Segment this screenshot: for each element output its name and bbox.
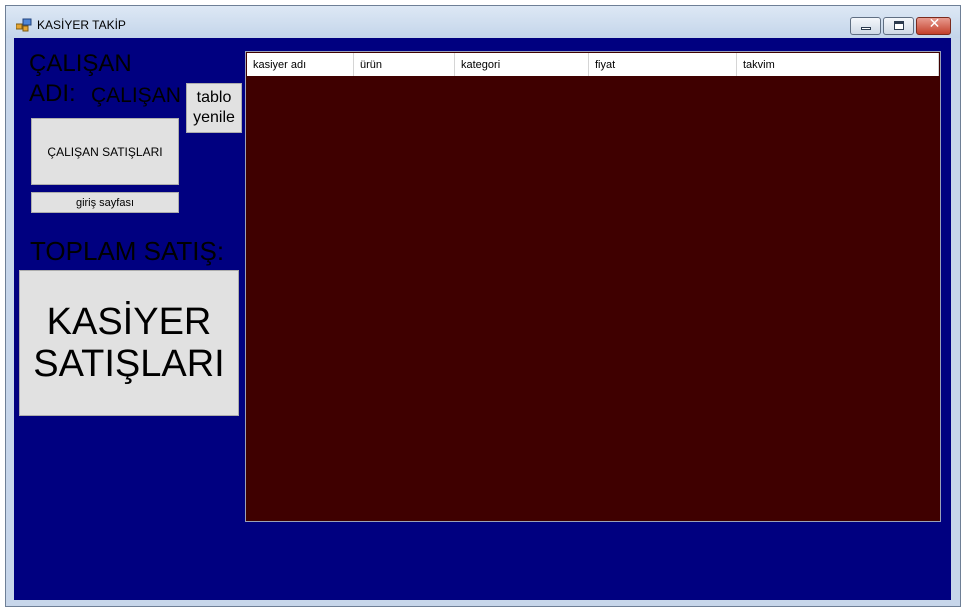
column-header-takvim[interactable]: takvim [737, 53, 939, 76]
total-sales-label: TOPLAM SATIŞ: [30, 236, 225, 266]
sales-data-grid[interactable]: kasiyer adı ürün kategori fiyat takvim [245, 51, 941, 522]
column-header-kategori[interactable]: kategori [455, 53, 589, 76]
form-client-area: ÇALIŞAN ADI: ÇALIŞAN tablo yenile ÇALIŞA… [14, 38, 951, 600]
close-icon: ✕ [928, 16, 941, 32]
column-header-fiyat[interactable]: fiyat [589, 53, 737, 76]
column-header-kasiyer-adi[interactable]: kasiyer adı [247, 53, 354, 76]
column-header-urun[interactable]: ürün [354, 53, 455, 76]
title-bar[interactable]: KASİYER TAKİP ✕ [6, 6, 960, 38]
calisan-label: ÇALIŞAN [29, 50, 132, 77]
minimize-icon [861, 27, 871, 30]
employee-sales-button[interactable]: ÇALIŞAN SATIŞLARI [31, 118, 179, 185]
app-form-icon [16, 18, 32, 32]
main-window: KASİYER TAKİP ✕ ÇALIŞAN ADI: ÇALIŞAN tab… [5, 5, 961, 607]
login-page-button[interactable]: giriş sayfası [31, 192, 179, 213]
employee-name-value: ÇALIŞAN [91, 84, 181, 107]
refresh-table-button[interactable]: tablo yenile [186, 83, 242, 133]
maximize-button[interactable] [883, 17, 914, 35]
minimize-button[interactable] [850, 17, 881, 35]
window-title: KASİYER TAKİP [37, 18, 126, 32]
grid-header: kasiyer adı ürün kategori fiyat takvim [247, 53, 939, 76]
maximize-icon [894, 21, 904, 30]
close-button[interactable]: ✕ [916, 16, 951, 35]
adi-label: ADI: [29, 80, 76, 107]
cashier-sales-button[interactable]: KASİYER SATIŞLARI [19, 270, 239, 416]
